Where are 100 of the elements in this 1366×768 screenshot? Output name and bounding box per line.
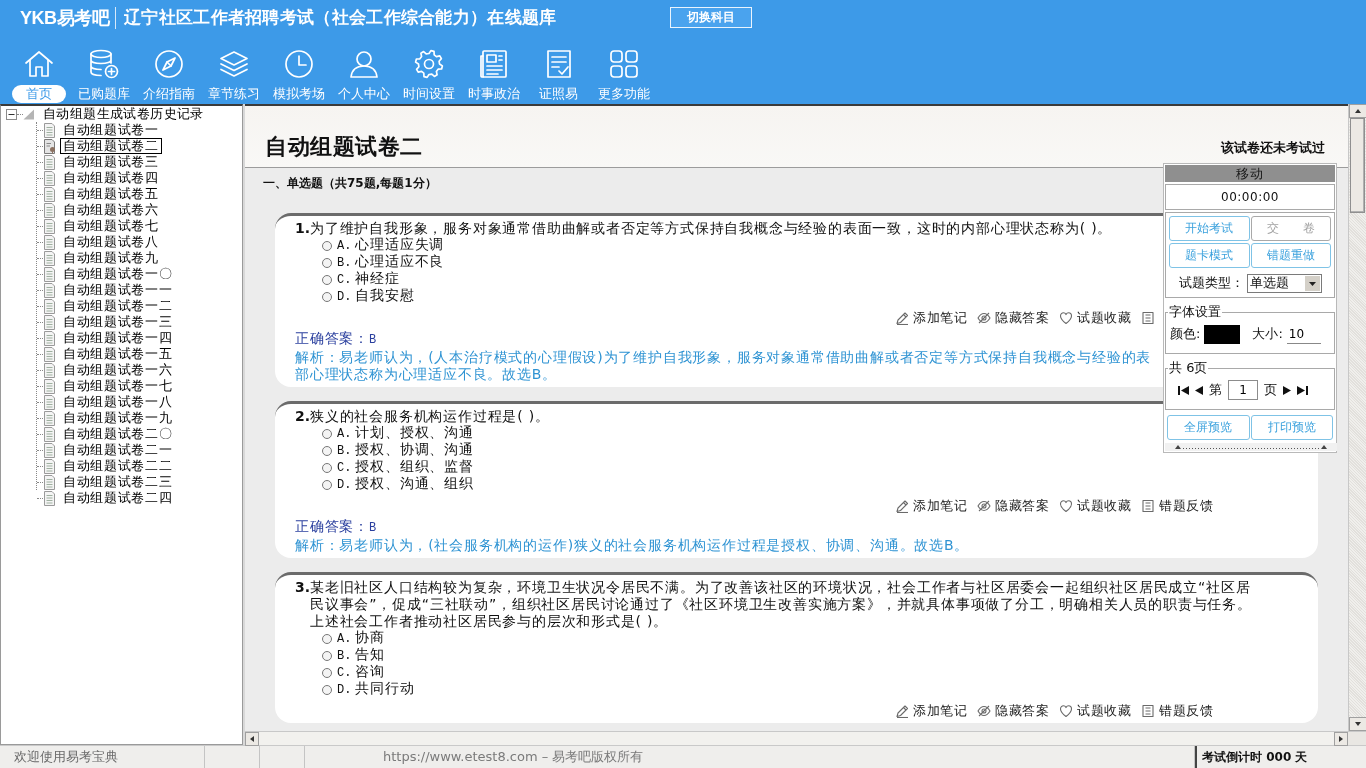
page-number-input[interactable]: 1 xyxy=(1228,380,1258,400)
scroll-left-button[interactable] xyxy=(245,732,259,746)
tree-item[interactable]: 自动组题试卷一〇 xyxy=(60,266,176,282)
document-icon xyxy=(43,154,56,170)
tree-item[interactable]: 自动组题试卷一一 xyxy=(60,282,176,298)
tree-item[interactable]: 自动组题试卷二 xyxy=(60,138,162,154)
tree-item[interactable]: 自动组题试卷一七 xyxy=(60,378,176,394)
radio-button[interactable] xyxy=(322,462,332,473)
last-page-icon[interactable] xyxy=(1297,385,1308,395)
tree-item[interactable]: 自动组题试卷一六 xyxy=(60,362,176,378)
size-label: 大小: xyxy=(1252,325,1283,343)
copyright-text: https://www.etest8.com – 易考吧版权所有 xyxy=(383,748,644,766)
tree-item[interactable]: 自动组题试卷二二 xyxy=(60,458,176,474)
tree-item[interactable]: 自动组题试卷八 xyxy=(60,234,162,250)
scroll-down-button[interactable] xyxy=(1349,717,1366,731)
panel-resize-handle[interactable] xyxy=(1165,443,1337,451)
tree-item[interactable]: 自动组题试卷三 xyxy=(60,154,162,170)
first-page-icon[interactable] xyxy=(1178,385,1189,395)
scroll-up-button[interactable] xyxy=(1349,104,1366,118)
tree-item[interactable]: 自动组题试卷七 xyxy=(60,218,162,234)
tree-item[interactable]: 自动组题试卷一四 xyxy=(60,330,176,346)
radio-button[interactable] xyxy=(322,633,332,644)
tree-item[interactable]: 自动组题试卷九 xyxy=(60,250,162,266)
color-swatch[interactable] xyxy=(1204,324,1241,344)
option-text: B. 告知 xyxy=(337,646,385,665)
radio-button[interactable] xyxy=(322,257,332,268)
radio-button[interactable] xyxy=(322,479,332,490)
welcome-text: 欢迎使用易考宝典 xyxy=(14,748,118,766)
analysis-text: 部心理状态称为心理适应不良。故选B。 xyxy=(295,366,557,383)
move-handle[interactable]: 移动 xyxy=(1165,165,1335,182)
list-icon xyxy=(1141,703,1155,718)
timer-display: 00:00:00 xyxy=(1165,184,1335,210)
option-text: C. 咨询 xyxy=(337,663,385,681)
tree-item[interactable]: 自动组题试卷四 xyxy=(60,170,162,186)
document-icon xyxy=(43,346,56,362)
document-icon xyxy=(43,330,56,346)
horizontal-scrollbar[interactable] xyxy=(245,731,1366,745)
tree-item[interactable]: 自动组题试卷六 xyxy=(60,202,162,218)
favorite-link[interactable]: 试题收藏 xyxy=(1059,497,1133,514)
app-logo: YKB易考吧 xyxy=(20,6,109,30)
section-heading: 一、单选题（共75题,每题1分） xyxy=(263,175,437,192)
tree-item[interactable]: 自动组题试卷一九 xyxy=(60,410,176,426)
feedback-link[interactable] xyxy=(1141,309,1155,326)
tree-item[interactable]: 自动组题试卷一 xyxy=(60,122,162,138)
tree-item[interactable]: 自动组题试卷一五 xyxy=(60,346,176,362)
tree-item[interactable]: 自动组题试卷二〇 xyxy=(60,426,176,442)
document-icon xyxy=(43,202,56,218)
tree-item[interactable]: 自动组题试卷一三 xyxy=(60,314,176,330)
feedback-link[interactable]: 错题反馈 xyxy=(1141,702,1215,719)
radio-button[interactable] xyxy=(322,274,332,285)
triangle-icon xyxy=(23,108,35,120)
question-type-select[interactable]: 单选题 xyxy=(1246,273,1322,293)
add-note-link[interactable]: 添加笔记 xyxy=(895,702,969,719)
analysis-text: 解析：易老师认为，(人本治疗模式的心理假设)为了维护自我形象，服务对象通常借助曲解或者否定等方式保持自我概念与经验的表 xyxy=(295,349,1152,366)
question-text: 3.某老旧社区人口结构较为复杂，环境卫生状况令居民不满。为了改善该社区的环境状况，社会工作者与社区居委会一起组织社区居民成立“社区居民议事会”，促成“三社联动”，组织社区居民讨论通过了《社区环境卫生改善实施方案》，并就具体事项做了分工，明确相关人员的职责与任务。上述社会工作者推动社区居民参与的层次和形式是( )。 xyxy=(295,579,1253,630)
hide-answer-link[interactable]: 隐藏答案 xyxy=(977,497,1051,514)
document-icon xyxy=(43,298,56,314)
tree-item[interactable]: 自动组题试卷二三 xyxy=(60,474,176,490)
question-type-label: 试题类型： xyxy=(1178,274,1244,292)
tree-item[interactable]: 自动组题试卷二四 xyxy=(60,490,176,506)
add-note-link[interactable]: 添加笔记 xyxy=(895,309,969,326)
radio-button[interactable] xyxy=(322,428,332,439)
radio-button[interactable] xyxy=(322,240,332,251)
radio-button[interactable] xyxy=(322,291,332,302)
previous-page-icon[interactable] xyxy=(1195,385,1203,395)
collapse-icon[interactable] xyxy=(6,108,17,120)
favorite-link[interactable]: 试题收藏 xyxy=(1059,309,1133,326)
exam-status-text: 该试卷还未考试过 xyxy=(1221,139,1325,157)
radio-button[interactable] xyxy=(322,667,332,678)
add-note-link[interactable]: 添加笔记 xyxy=(895,497,969,514)
radio-button[interactable] xyxy=(322,684,332,695)
favorite-link[interactable]: 试题收藏 xyxy=(1059,702,1133,719)
page-suffix-label: 页 xyxy=(1264,381,1277,399)
dropdown-caret-icon[interactable] xyxy=(1304,275,1320,291)
home-icon xyxy=(22,48,55,80)
next-page-icon[interactable] xyxy=(1283,385,1291,395)
tree-item[interactable]: 自动组题试卷二一 xyxy=(60,442,176,458)
hide-answer-link[interactable]: 隐藏答案 xyxy=(977,309,1051,326)
tree-root-label[interactable]: 自动组题生成试卷历史记录 xyxy=(43,106,204,123)
exam-countdown-text: 考试倒计时 000 天 xyxy=(1202,748,1308,766)
option-text: A. 计划、授权、沟通 xyxy=(337,424,474,442)
pencil-icon xyxy=(895,310,909,325)
scroll-right-button[interactable] xyxy=(1334,732,1348,746)
radio-button[interactable] xyxy=(322,445,332,456)
heart-icon xyxy=(1059,310,1073,325)
document-icon xyxy=(43,394,56,410)
document-icon xyxy=(43,362,56,378)
option-text: D. 自我安慰 xyxy=(337,287,415,306)
tree-item[interactable]: 自动组题试卷一八 xyxy=(60,394,176,410)
question-text: 2.狭义的社会服务机构运作过程是( )。 xyxy=(295,408,550,425)
feedback-link[interactable]: 错题反馈 xyxy=(1141,497,1215,514)
paper-title: 自动组题试卷二 xyxy=(265,133,423,161)
tree-item[interactable]: 自动组题试卷一二 xyxy=(60,298,176,314)
tree-item[interactable]: 自动组题试卷五 xyxy=(60,186,162,202)
radio-button[interactable] xyxy=(322,650,332,661)
option-text: A. 协商 xyxy=(337,629,385,647)
eye-slash-icon xyxy=(977,310,991,325)
document-icon xyxy=(43,266,56,282)
vertical-scrollbar[interactable] xyxy=(1348,104,1366,731)
hide-answer-link[interactable]: 隐藏答案 xyxy=(977,702,1051,719)
